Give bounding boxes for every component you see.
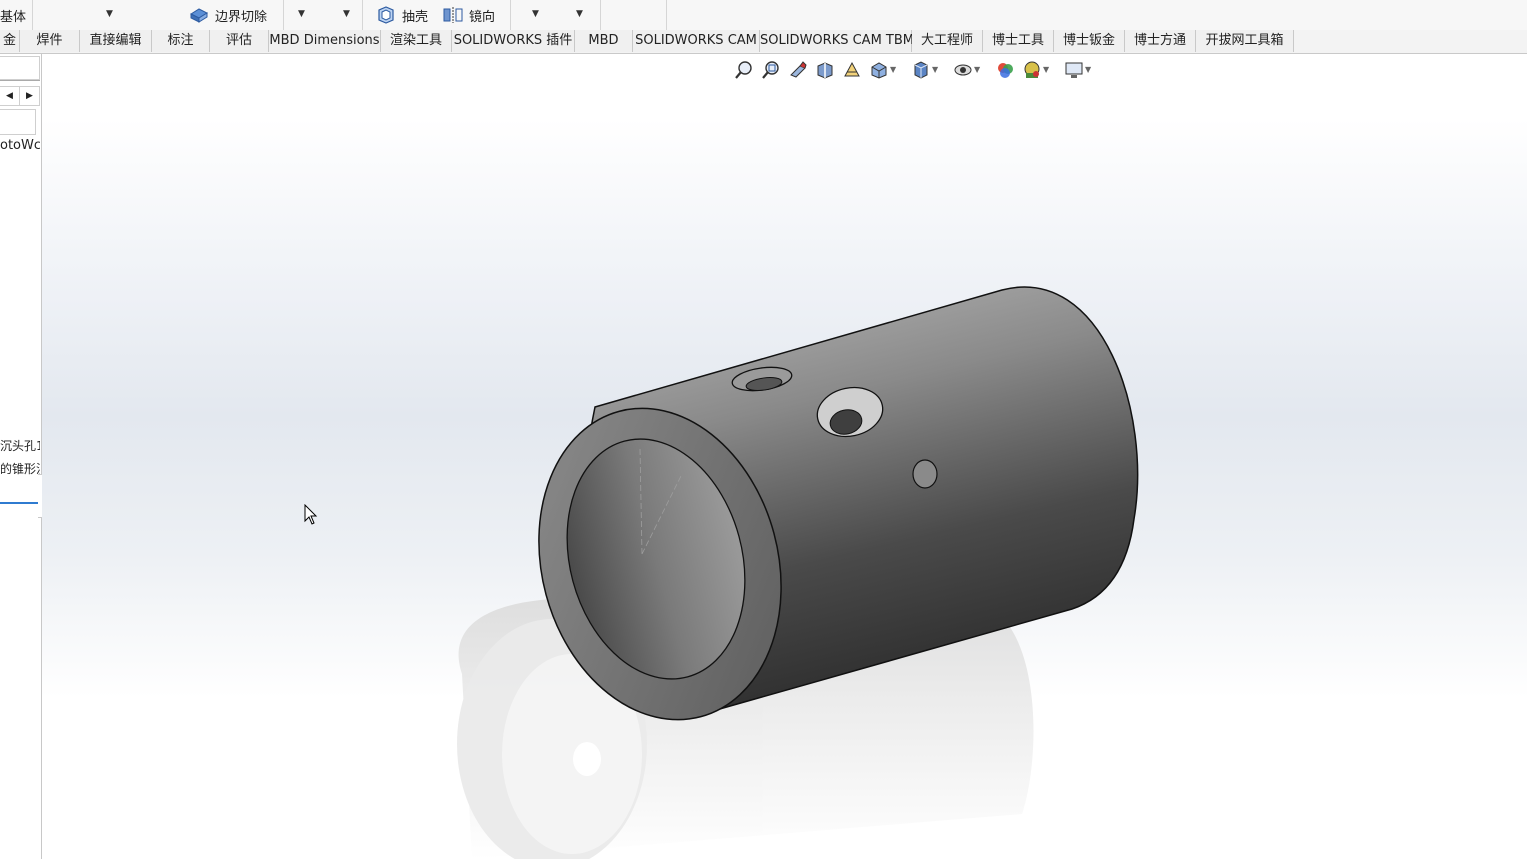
shell-button[interactable]: 抽壳	[402, 6, 428, 25]
tab-mbd-dimensions[interactable]: MBD Dimensions	[269, 30, 381, 52]
tab-doctor-sheet-metal[interactable]: 博士钣金	[1054, 30, 1125, 52]
graphics-viewport[interactable]: ▼ ▼ ▼ ▼ ▼	[42, 54, 1527, 859]
mirror-button[interactable]: 镜向	[469, 6, 495, 25]
scroll-left-button[interactable]: ◀	[0, 86, 20, 106]
tab-solidworks-addins[interactable]: SOLIDWORKS 插件	[452, 30, 575, 52]
ribbon-separator	[510, 0, 511, 30]
tab-solidworks-cam[interactable]: SOLIDWORKS CAM	[633, 30, 760, 52]
feature-description-line-2: 的锥形沉	[0, 462, 40, 476]
boundary-cut-button[interactable]: 边界切除	[215, 6, 267, 25]
feature-description-line-1: 沉头孔1	[0, 439, 40, 453]
tab-weldments[interactable]: 焊件	[20, 30, 80, 52]
tab-doctor-tools[interactable]: 博士工具	[983, 30, 1054, 52]
shell-icon[interactable]	[376, 5, 396, 25]
through-hole	[912, 459, 938, 489]
tab-doctor-square-tube[interactable]: 博士方通	[1125, 30, 1196, 52]
ribbon-separator	[32, 0, 33, 30]
tab-weld-partial[interactable]: 金	[0, 30, 20, 52]
chevron-down-icon[interactable]: ▼	[298, 9, 305, 19]
tree-item-label[interactable]: otoWc	[0, 138, 40, 153]
chevron-down-icon[interactable]: ▼	[532, 9, 539, 19]
ribbon-separator	[362, 0, 363, 30]
command-ribbon: 基体 ▼ 边界切除 ▼ ▼ 抽壳 镜向 ▼ ▼	[0, 0, 1527, 31]
ribbon-separator	[666, 0, 667, 30]
model-graphics	[457, 286, 1139, 859]
panel-field[interactable]	[0, 109, 36, 135]
tab-solidworks-cam-tbm[interactable]: SOLIDWORKS CAM TBM	[760, 30, 914, 52]
tab-big-engineer[interactable]: 大工程师	[912, 30, 983, 52]
tab-kaiba-toolbox[interactable]: 开拔网工具箱	[1196, 30, 1294, 52]
tab-mbd[interactable]: MBD	[575, 30, 633, 52]
scroll-right-button[interactable]: ▶	[19, 86, 40, 106]
chevron-down-icon[interactable]: ▼	[106, 9, 113, 19]
panel-divider	[0, 80, 40, 81]
progress-line	[0, 502, 38, 504]
boundary-cut-icon[interactable]	[189, 5, 209, 25]
ribbon-separator	[283, 0, 284, 30]
tab-evaluate[interactable]: 评估	[210, 30, 269, 52]
mirror-icon[interactable]	[443, 5, 463, 25]
chevron-down-icon[interactable]: ▼	[576, 9, 583, 19]
tab-direct-editing[interactable]: 直接编辑	[80, 30, 152, 52]
chevron-down-icon[interactable]: ▼	[343, 9, 350, 19]
mouse-cursor-icon	[304, 504, 318, 525]
feature-manager-panel: ◀ ▶ otoWc 沉头孔1 的锥形沉 ◦	[0, 54, 49, 859]
tab-markup[interactable]: 标注	[152, 30, 210, 52]
ribbon-fragment-label[interactable]: 基体	[0, 6, 26, 25]
tab-render-tools[interactable]: 渲染工具	[381, 30, 452, 52]
panel-tab-strip[interactable]	[0, 56, 40, 80]
command-manager-tabs: 金 焊件 直接编辑 标注 评估 MBD Dimensions 渲染工具 SOLI…	[0, 30, 1527, 54]
ribbon-separator	[600, 0, 601, 30]
